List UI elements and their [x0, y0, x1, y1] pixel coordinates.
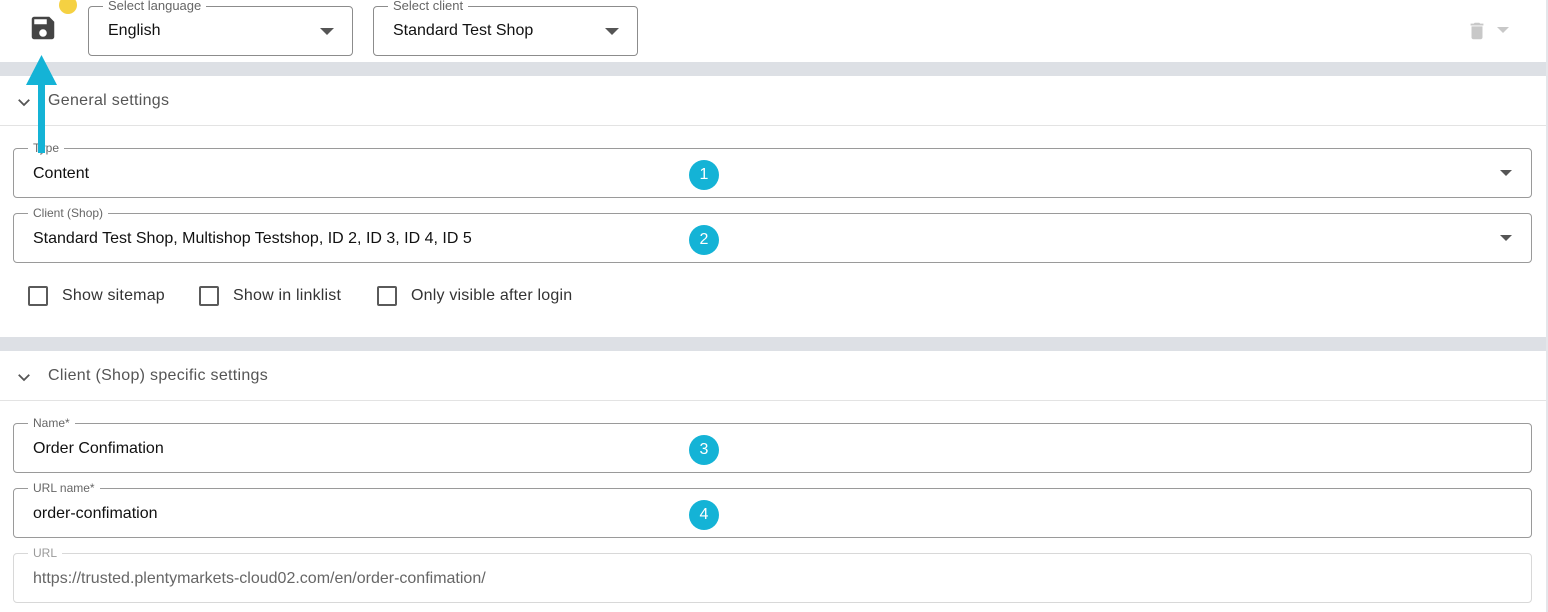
section-divider [0, 62, 1548, 76]
chevron-down-icon [1500, 235, 1512, 241]
annotation-arrow-icon [26, 55, 57, 153]
save-button[interactable] [28, 13, 58, 43]
annotation-badge-2: 2 [689, 225, 719, 255]
name-value: Order Confimation [33, 440, 164, 457]
name-field[interactable]: Name* Order Confimation [13, 416, 1532, 473]
chevron-down-icon [1500, 170, 1512, 176]
show-in-linklist-label: Show in linklist [233, 287, 342, 304]
client-shop-select[interactable]: Client (Shop) Standard Test Shop, Multis… [13, 206, 1532, 263]
only-visible-after-login-label: Only visible after login [411, 287, 573, 304]
url-field: URL https://trusted.plentymarkets-cloud0… [13, 546, 1532, 603]
client-shop-label: Client (Shop) [28, 206, 109, 220]
checkbox-box[interactable] [28, 286, 48, 306]
url-name-field[interactable]: URL name* order-confimation [13, 481, 1532, 538]
annotation-badge-1: 1 [689, 160, 719, 190]
type-select[interactable]: Type Content [13, 141, 1532, 198]
delete-button[interactable] [1466, 20, 1488, 42]
client-specific-settings-header[interactable]: Client (Shop) specific settings [0, 351, 1546, 401]
show-sitemap-label: Show sitemap [62, 287, 165, 304]
select-language-value: English [108, 22, 161, 39]
general-settings-title: General settings [48, 92, 170, 109]
url-value: https://trusted.plentymarkets-cloud02.co… [33, 570, 486, 587]
section-divider [0, 337, 1548, 351]
notification-dot [59, 0, 77, 14]
toolbar: Select language English Select client St… [0, 0, 1548, 62]
client-shop-value: Standard Test Shop, Multishop Testshop, … [33, 230, 472, 247]
checkbox-box[interactable] [199, 286, 219, 306]
delete-menu-caret-icon[interactable] [1497, 27, 1509, 33]
annotation-badge-4: 4 [689, 500, 719, 530]
select-language[interactable]: Select language English [88, 0, 353, 56]
select-client-label: Select client [388, 0, 469, 13]
general-settings-header[interactable]: General settings [0, 76, 1546, 126]
url-name-value: order-confimation [33, 505, 158, 522]
type-value: Content [33, 165, 90, 182]
chevron-down-icon [18, 374, 30, 382]
checkbox-box[interactable] [377, 286, 397, 306]
select-client[interactable]: Select client Standard Test Shop [373, 0, 638, 56]
url-name-label: URL name* [28, 481, 100, 495]
annotation-badge-3: 3 [689, 435, 719, 465]
name-label: Name* [28, 416, 75, 430]
trash-icon [1470, 22, 1484, 40]
select-language-label: Select language [103, 0, 207, 13]
save-icon [31, 16, 55, 40]
chevron-down-icon [320, 28, 334, 35]
select-client-value: Standard Test Shop [393, 22, 534, 39]
client-specific-settings-title: Client (Shop) specific settings [48, 367, 269, 384]
chevron-down-icon [605, 28, 619, 35]
url-label: URL [28, 546, 63, 560]
